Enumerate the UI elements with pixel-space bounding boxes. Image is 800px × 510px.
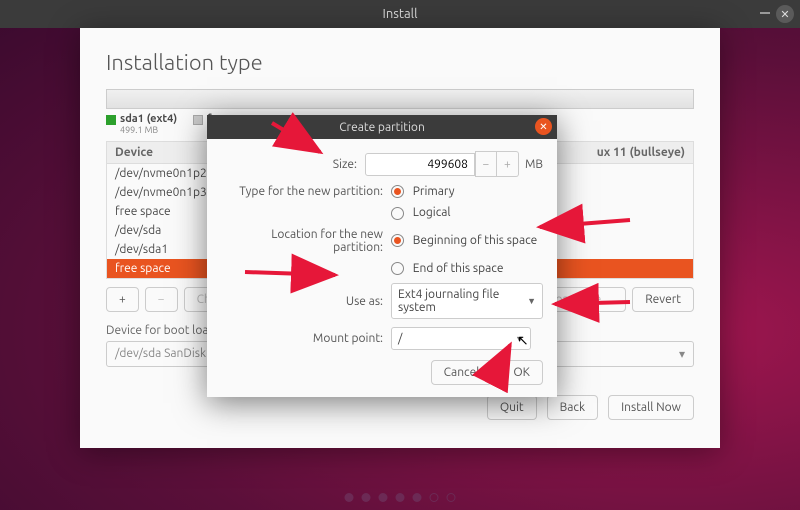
location-label: Location for the new partition: [221, 228, 391, 254]
pager-dot[interactable] [345, 493, 354, 502]
legend-swatch-free [193, 115, 203, 125]
size-label: Size: [221, 158, 365, 171]
minimize-icon[interactable] [760, 12, 770, 14]
radio-logical[interactable] [391, 207, 404, 220]
radio-primary-label: Primary [413, 185, 455, 198]
useas-combo[interactable]: Ext4 journaling file system ▼ [391, 283, 543, 319]
type-label: Type for the new partition: [221, 185, 391, 198]
size-increase-button[interactable]: + [497, 151, 519, 177]
pager-dot[interactable] [396, 493, 405, 502]
dialog-title: Create partition [339, 121, 425, 134]
useas-value: Ext4 journaling file system [398, 288, 527, 314]
cancel-button[interactable]: Cancel [431, 360, 493, 385]
cursor-icon: ↖ [517, 332, 529, 349]
pager-dot[interactable] [379, 493, 388, 502]
dialog-close-icon[interactable]: ✕ [535, 118, 552, 135]
size-input[interactable] [365, 153, 475, 176]
chevron-down-icon: ▼ [527, 296, 536, 306]
window-title: Install [383, 7, 418, 21]
remove-button: − [145, 287, 178, 312]
chevron-down-icon: ▾ [679, 347, 685, 361]
back-button[interactable]: Back [547, 395, 598, 420]
pager-dot[interactable] [447, 493, 456, 502]
col-trailing: ux 11 (bullseye) [583, 142, 693, 163]
radio-beginning-label: Beginning of this space [413, 234, 538, 247]
pager-dot[interactable] [362, 493, 371, 502]
add-button[interactable]: + [106, 287, 139, 312]
page-title: Installation type [106, 50, 694, 75]
partition-strip[interactable] [106, 89, 694, 109]
quit-button[interactable]: Quit [487, 395, 537, 420]
pager-dot[interactable] [430, 493, 439, 502]
wizard-actions: Quit Back Install Now [106, 395, 694, 420]
ok-button[interactable]: OK [500, 360, 543, 385]
size-unit: MB [525, 158, 543, 171]
create-partition-dialog: Create partition ✕ Size: − + MB Type for… [207, 115, 557, 397]
legend-size-sda1: 499.1 MB [120, 125, 177, 135]
mount-combo[interactable]: / ▼ [391, 327, 531, 350]
mount-label: Mount point: [221, 332, 391, 345]
radio-logical-label: Logical [413, 206, 451, 219]
useas-label: Use as: [221, 295, 391, 308]
dialog-titlebar: Create partition ✕ [207, 115, 557, 139]
radio-beginning[interactable] [391, 234, 404, 247]
radio-end-label: End of this space [413, 262, 504, 275]
window-titlebar: Install ✕ [0, 0, 800, 28]
close-icon[interactable]: ✕ [776, 5, 794, 23]
revert-button[interactable]: Revert [632, 287, 694, 312]
radio-end[interactable] [391, 262, 404, 275]
radio-primary[interactable] [391, 185, 404, 198]
legend-swatch-sda1 [106, 115, 116, 125]
pager-dot[interactable] [413, 493, 422, 502]
size-decrease-button[interactable]: − [475, 151, 497, 177]
legend-label-sda1: sda1 (ext4) [120, 113, 177, 125]
mount-value: / [398, 332, 402, 345]
size-spinner: − + MB [365, 151, 543, 177]
install-now-button[interactable]: Install Now [608, 395, 694, 420]
pager [345, 493, 456, 502]
